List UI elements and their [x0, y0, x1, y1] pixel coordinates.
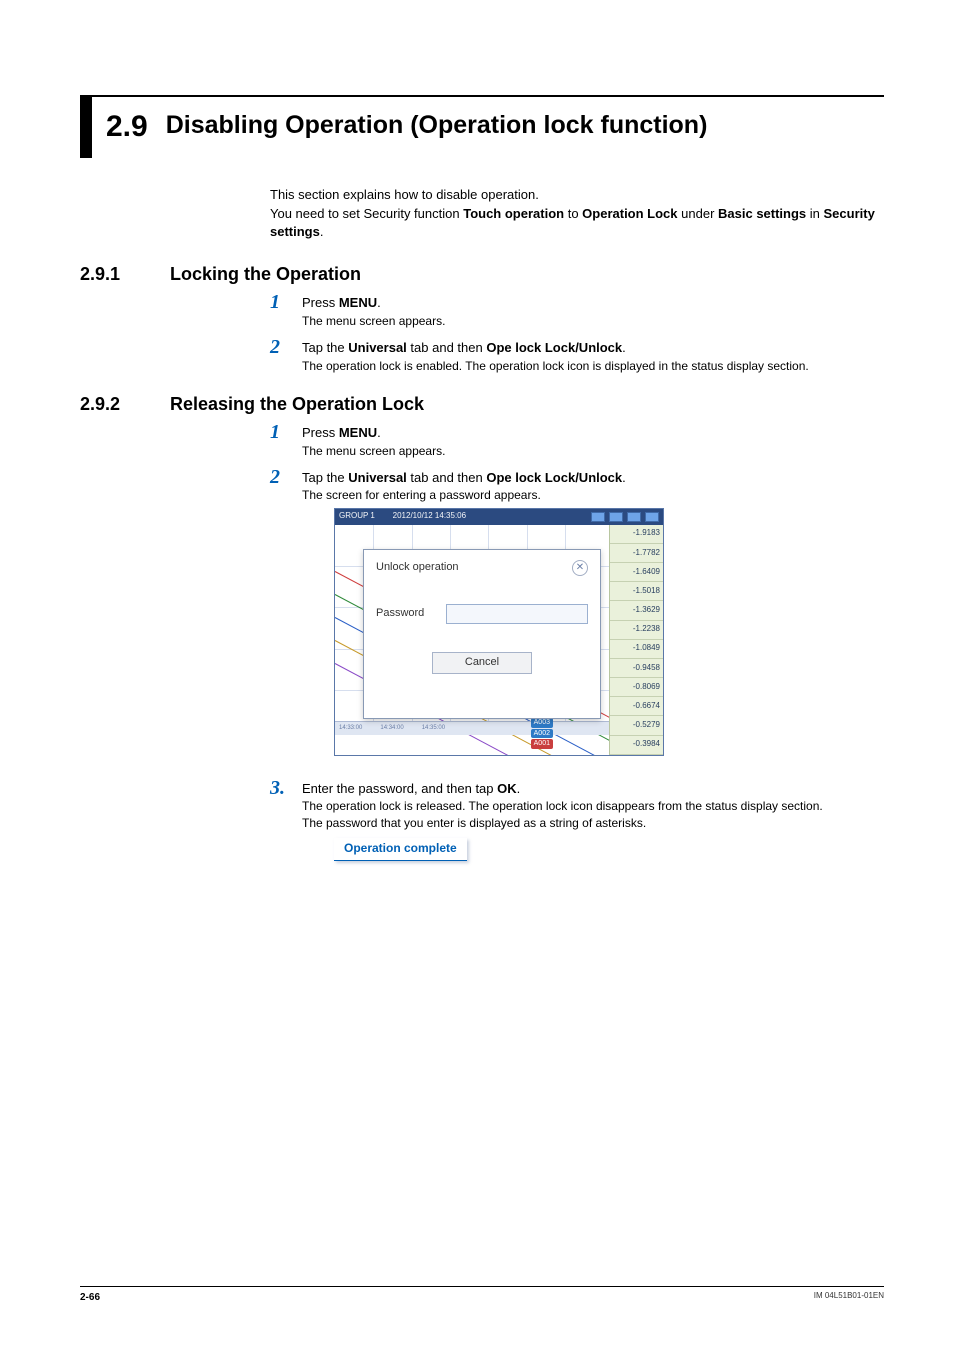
section-bar [80, 97, 92, 158]
step-number: 1 [270, 421, 302, 459]
operation-complete-badge: Operation complete [334, 838, 467, 861]
password-label: Password [376, 606, 436, 621]
step-text: Press MENU. [302, 424, 884, 442]
subsection-2-header: 2.9.2 Releasing the Operation Lock [80, 392, 884, 416]
step-number: 2 [270, 466, 302, 770]
step-text: Enter the password, and then tap OK. [302, 780, 884, 798]
titlebar-icons [591, 512, 659, 522]
subsection-2-title: Releasing the Operation Lock [170, 392, 424, 416]
step-subtext: The operation lock is enabled. The opera… [302, 358, 884, 374]
step-subtext: The password that you enter is displayed… [302, 815, 884, 831]
dialog-title: Unlock operation [376, 560, 459, 575]
step-text: Tap the Universal tab and then Ope lock … [302, 339, 884, 357]
step-1: 1 Press MENU. The menu screen appears. [270, 424, 884, 459]
step-text: Press MENU. [302, 294, 884, 312]
step-number: 2 [270, 336, 302, 374]
screenshot-titlebar: GROUP 1 2012/10/12 14:35:06 [335, 509, 663, 525]
subsection-1-header: 2.9.1 Locking the Operation [80, 262, 884, 286]
step-number: 3 [270, 777, 302, 861]
step-2: 2 Tap the Universal tab and then Ope loc… [270, 469, 884, 770]
section-title: Disabling Operation (Operation lock func… [166, 97, 884, 153]
document-id: IM 04L51B01-01EN [814, 1291, 884, 1305]
cancel-button[interactable]: Cancel [432, 652, 532, 674]
step-subtext: The menu screen appears. [302, 313, 884, 329]
intro-line-1: This section explains how to disable ope… [270, 186, 884, 204]
screenshot-unlock-dialog: GROUP 1 2012/10/12 14:35:06 [334, 508, 664, 756]
password-input[interactable] [446, 604, 588, 624]
step-2: 2 Tap the Universal tab and then Ope loc… [270, 339, 884, 374]
step-subtext: The operation lock is released. The oper… [302, 798, 884, 814]
step-3: 3 Enter the password, and then tap OK. T… [270, 780, 884, 861]
step-text: Tap the Universal tab and then Ope lock … [302, 469, 884, 487]
section-header: 2.9 Disabling Operation (Operation lock … [80, 95, 884, 158]
value-panel: -1.9183-1.7782 -1.6409-1.5018 -1.3629-1.… [609, 525, 663, 755]
subsection-1-title: Locking the Operation [170, 262, 361, 286]
subsection-2-steps: 1 Press MENU. The menu screen appears. 2… [270, 424, 884, 861]
intro-paragraph: This section explains how to disable ope… [270, 186, 884, 241]
unlock-dialog: Unlock operation ✕ Password Cancel [363, 549, 601, 719]
page-number: 2-66 [80, 1291, 100, 1305]
step-number: 1 [270, 291, 302, 329]
step-subtext: The screen for entering a password appea… [302, 487, 884, 503]
page-footer: 2-66 IM 04L51B01-01EN [80, 1286, 884, 1305]
step-subtext: The menu screen appears. [302, 443, 884, 459]
step-1: 1 Press MENU. The menu screen appears. [270, 294, 884, 329]
section-number: 2.9 [92, 97, 166, 158]
subsection-2-number: 2.9.2 [80, 392, 170, 416]
subsection-1-steps: 1 Press MENU. The menu screen appears. 2… [270, 294, 884, 373]
intro-line-2: You need to set Security function Touch … [270, 205, 884, 240]
close-icon[interactable]: ✕ [572, 560, 588, 576]
subsection-1-number: 2.9.1 [80, 262, 170, 286]
time-axis: 14:33:0014:34:0014:35:00 [335, 721, 609, 735]
